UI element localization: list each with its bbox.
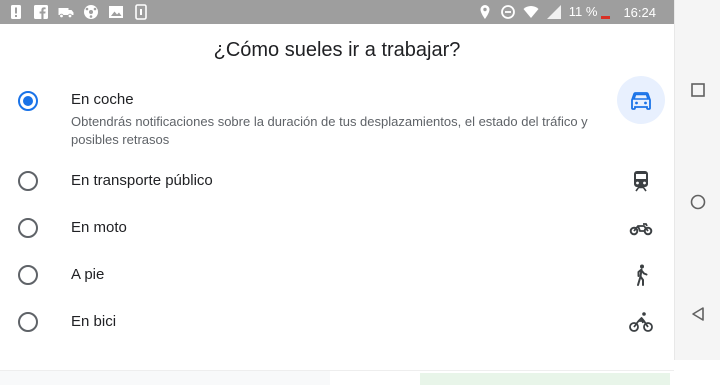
option-label: En coche (71, 91, 134, 108)
commute-mode-sheet: ¿Cómo sueles ir a trabajar? En coche Obt… (0, 24, 674, 385)
network-icon (84, 5, 98, 19)
transport-icon (58, 8, 74, 19)
facebook-icon (34, 5, 48, 20)
sheet-title: ¿Cómo sueles ir a trabajar? (213, 39, 461, 61)
car-icon-bubble (617, 76, 665, 124)
option-description: Obtendrás notificaciones sobre la duraci… (71, 114, 588, 147)
option-label: En moto (71, 219, 127, 236)
image-icon (109, 6, 123, 18)
back-triangle-icon[interactable] (689, 305, 707, 323)
option-en-moto[interactable]: En moto (0, 215, 674, 241)
radio-en-transporte-publico[interactable] (18, 171, 38, 191)
screenshot-icon (135, 4, 147, 20)
option-en-transporte-publico[interactable]: En transporte público (0, 168, 674, 194)
option-label: En bici (71, 313, 117, 330)
clock: 16:24 (623, 4, 656, 20)
radio-en-moto[interactable] (18, 218, 38, 238)
radio-en-coche[interactable] (18, 91, 38, 111)
option-label: A pie (71, 266, 105, 283)
car-icon (631, 92, 651, 110)
signal-icon (546, 5, 561, 19)
option-a-pie[interactable]: A pie (0, 262, 674, 288)
home-circle-icon[interactable] (689, 193, 707, 211)
bottom-action-strip (0, 370, 674, 385)
system-nav-bar (674, 0, 720, 360)
status-bar-right-icons: 11 % 16:24 (477, 4, 656, 20)
battery-indicator: 11 % (569, 4, 611, 20)
battery-icon (601, 5, 611, 19)
status-bar: 11 % 16:24 (0, 0, 674, 24)
option-en-coche[interactable]: En coche Obtendrás notificaciones sobre … (0, 84, 674, 150)
bicycle-icon (629, 312, 653, 332)
train-icon (634, 171, 648, 192)
walking-icon (637, 264, 648, 286)
location-icon (480, 5, 490, 19)
recents-square-icon[interactable] (689, 81, 707, 99)
wifi-icon (523, 6, 539, 18)
option-en-bici[interactable]: En bici (0, 309, 674, 335)
option-label: En transporte público (71, 172, 213, 189)
bottom-right-button[interactable] (420, 373, 670, 385)
radio-a-pie[interactable] (18, 265, 38, 285)
battery-percent: 11 % (568, 4, 598, 19)
radio-en-bici[interactable] (18, 312, 38, 332)
motorcycle-icon (629, 223, 653, 236)
status-bar-left-icons (8, 4, 149, 20)
notification-alert-icon (11, 5, 21, 19)
bottom-left-button[interactable] (0, 371, 330, 385)
data-saver-icon (500, 5, 515, 19)
